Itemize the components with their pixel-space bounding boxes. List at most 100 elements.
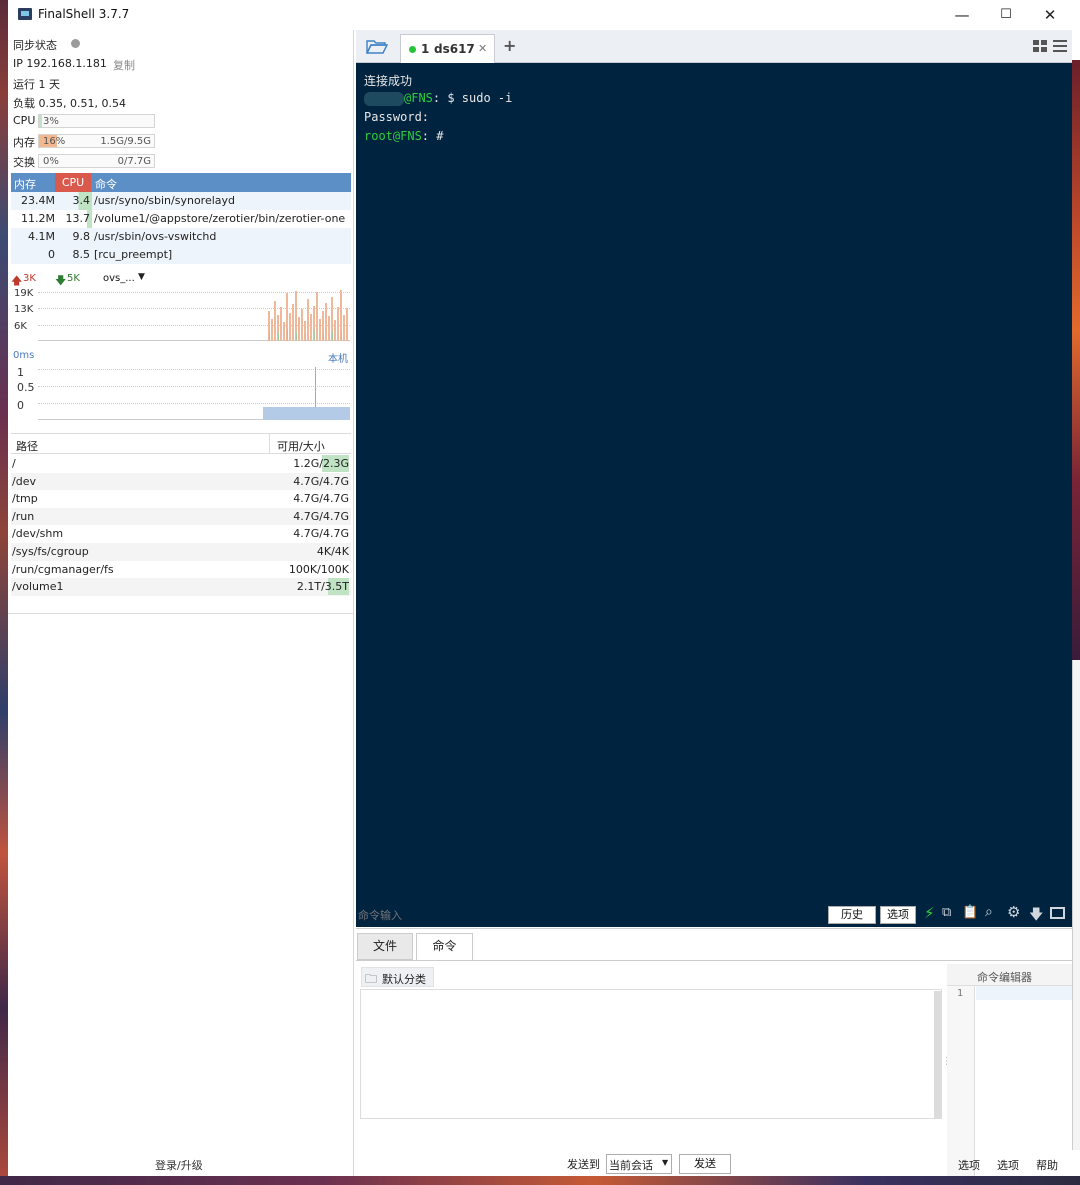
net-y-label: 6K <box>14 321 27 332</box>
command-input[interactable] <box>358 905 818 925</box>
command-input-bar: 历史 选项 ⚡ ⧉ 📋 ⌕ ⚙ 🡇 <box>356 903 1072 927</box>
category-label: 默认分类 <box>382 973 426 986</box>
send-target-select[interactable]: 当前会话 ▼ <box>606 1154 672 1174</box>
ping-host[interactable]: 本机 <box>328 350 348 365</box>
ping-latency: 0ms <box>13 350 35 361</box>
tab-index: 1 <box>421 42 430 56</box>
network-traffic-graph <box>38 289 350 341</box>
swap-usage-bar: 0% 0/7.7G <box>38 154 155 168</box>
copy-icon[interactable]: ⧉ <box>942 905 951 920</box>
process-table-header: 内存 CPU 命令 <box>11 173 351 192</box>
send-to-label: 发送到 <box>567 1158 600 1171</box>
maximize-terminal-icon[interactable] <box>1050 907 1065 919</box>
disk-path: /tmp <box>12 492 38 506</box>
terminal-line: root@FNS: # <box>364 129 443 143</box>
disk-size: 4.7G/4.7G <box>293 509 349 523</box>
process-row[interactable]: 4.1M 9.8 /usr/sbin/ovs-vswitchd <box>11 228 351 246</box>
command-list-scrollbar[interactable] <box>934 991 941 1119</box>
disk-row[interactable]: /sys/fs/cgroup 4K/4K <box>11 543 351 561</box>
sync-status-dot <box>71 39 80 48</box>
disk-size: 2.1T/3.5T <box>296 578 349 596</box>
swap-amount: 0/7.7G <box>117 156 151 167</box>
disk-path: /sys/fs/cgroup <box>12 545 89 558</box>
terminal-prompt-host: root@FNS <box>364 129 422 143</box>
tab-close-icon[interactable]: ✕ <box>478 42 487 55</box>
disk-row[interactable]: /tmp 4.7G/4.7G <box>11 490 351 508</box>
desktop-background-right <box>1072 60 1080 660</box>
mem-label: 内存 <box>13 136 35 149</box>
history-button[interactable]: 历史 <box>828 906 876 924</box>
login-upgrade-link[interactable]: 登录/升级 <box>155 1157 203 1173</box>
disk-col-size[interactable]: 可用/大小 <box>277 438 325 454</box>
send-button[interactable]: 发送 <box>679 1154 731 1174</box>
folder-open-icon[interactable] <box>366 38 388 55</box>
disk-row[interactable]: /run/cgmanager/fs 100K/100K <box>11 561 351 579</box>
app-icon <box>18 8 32 20</box>
search-icon[interactable]: ⌕ <box>985 904 993 920</box>
disk-table-header: 路径 可用/大小 <box>11 433 351 454</box>
disk-row[interactable]: /dev 4.7G/4.7G <box>11 472 351 491</box>
download-speed: 5K <box>67 273 80 284</box>
disk-row[interactable]: /run 4.7G/4.7G <box>11 507 351 526</box>
interface-select[interactable]: ovs_... <box>103 273 135 284</box>
chevron-down-icon[interactable]: ▼ <box>138 272 145 282</box>
proc-col-mem[interactable]: 内存 <box>14 176 36 192</box>
disk-row[interactable]: /dev/shm 4.7G/4.7G <box>11 525 351 543</box>
disk-path: /dev <box>12 474 36 488</box>
process-row[interactable]: 11.2M 13.7 /volume1/@appstore/zerotier/b… <box>11 210 351 228</box>
process-row[interactable]: 23.4M 3.4 /usr/syno/sbin/synorelayd <box>11 192 351 210</box>
proc-col-cpu[interactable]: CPU <box>55 173 91 192</box>
disk-size: 1.2G/2.3G <box>293 455 349 472</box>
disk-row[interactable]: / 1.2G/2.3G <box>11 455 351 473</box>
tab-files[interactable]: 文件 <box>357 933 413 960</box>
background-window-edge <box>1072 660 1080 1150</box>
load-average: 负载 0.35, 0.51, 0.54 <box>13 97 126 110</box>
editor-help-button[interactable]: 帮助 <box>1036 1157 1058 1173</box>
ping-spike <box>315 367 316 407</box>
desktop-background-bottom <box>0 1176 1080 1185</box>
gear-icon[interactable]: ⚙ <box>1007 903 1020 921</box>
copy-ip-button[interactable]: 复制 <box>113 57 135 73</box>
ping-y-label: 0 <box>17 399 24 412</box>
redacted-username <box>364 91 404 106</box>
paste-icon[interactable]: 📋 <box>962 905 978 920</box>
disk-size: 4K/4K <box>316 545 349 558</box>
terminal-line: Password: <box>364 110 430 124</box>
disk-size: 4.7G/4.7G <box>293 527 349 541</box>
disk-col-path[interactable]: 路径 <box>16 438 38 454</box>
disk-path: /run/cgmanager/fs <box>12 562 114 576</box>
terminal-output[interactable]: 连接成功 @FNS: $ sudo -i Password: root@FNS:… <box>356 63 1072 927</box>
editor-options-button[interactable]: 选项 <box>958 1157 980 1173</box>
add-tab-icon[interactable]: + <box>503 36 516 55</box>
sync-status-label: 同步状态 <box>13 39 57 52</box>
chevron-down-icon: ▼ <box>662 1158 669 1167</box>
tab-commands[interactable]: 命令 <box>416 933 473 961</box>
close-button[interactable]: ✕ <box>1028 0 1072 30</box>
disk-size: 100K/100K <box>288 562 349 576</box>
terminal-prompt-symbol: : # <box>421 129 444 143</box>
disk-path: /dev/shm <box>12 527 64 541</box>
tab-session[interactable]: 1 ds617 ✕ <box>400 34 495 63</box>
process-row[interactable]: 0 8.5 [rcu_preempt] <box>11 246 351 264</box>
proc-col-cmd[interactable]: 命令 <box>95 176 117 192</box>
ping-y-label: 1 <box>17 366 24 379</box>
command-editor[interactable] <box>976 986 1072 1000</box>
command-list[interactable] <box>360 989 942 1119</box>
desktop-background-left <box>0 0 8 1185</box>
disk-row[interactable]: /volume1 2.1T/3.5T <box>11 578 351 596</box>
monitor-sidebar: 同步状态 IP 192.168.1.181 复制 运行 1 天 负载 0.35,… <box>8 30 362 1176</box>
command-category-item[interactable]: 🗀 默认分类 <box>361 967 434 987</box>
editor-line-number: 1 <box>957 988 964 999</box>
editor-gutter: 1 <box>947 986 975 1176</box>
mem-amount: 1.5G/9.5G <box>100 136 151 147</box>
editor-options-button-2[interactable]: 选项 <box>997 1157 1019 1173</box>
grid-layout-icon[interactable] <box>1033 40 1047 52</box>
arrow-down-icon[interactable]: 🡇 <box>1029 904 1043 928</box>
lightning-icon[interactable]: ⚡ <box>924 904 935 922</box>
send-target-value: 当前会话 <box>609 1159 653 1172</box>
menu-icon[interactable] <box>1053 40 1067 52</box>
options-button[interactable]: 选项 <box>880 906 916 924</box>
maximize-button[interactable]: ☐ <box>984 0 1028 30</box>
editor-header: 命令编辑器 <box>947 964 1072 986</box>
minimize-button[interactable]: — <box>940 0 984 30</box>
